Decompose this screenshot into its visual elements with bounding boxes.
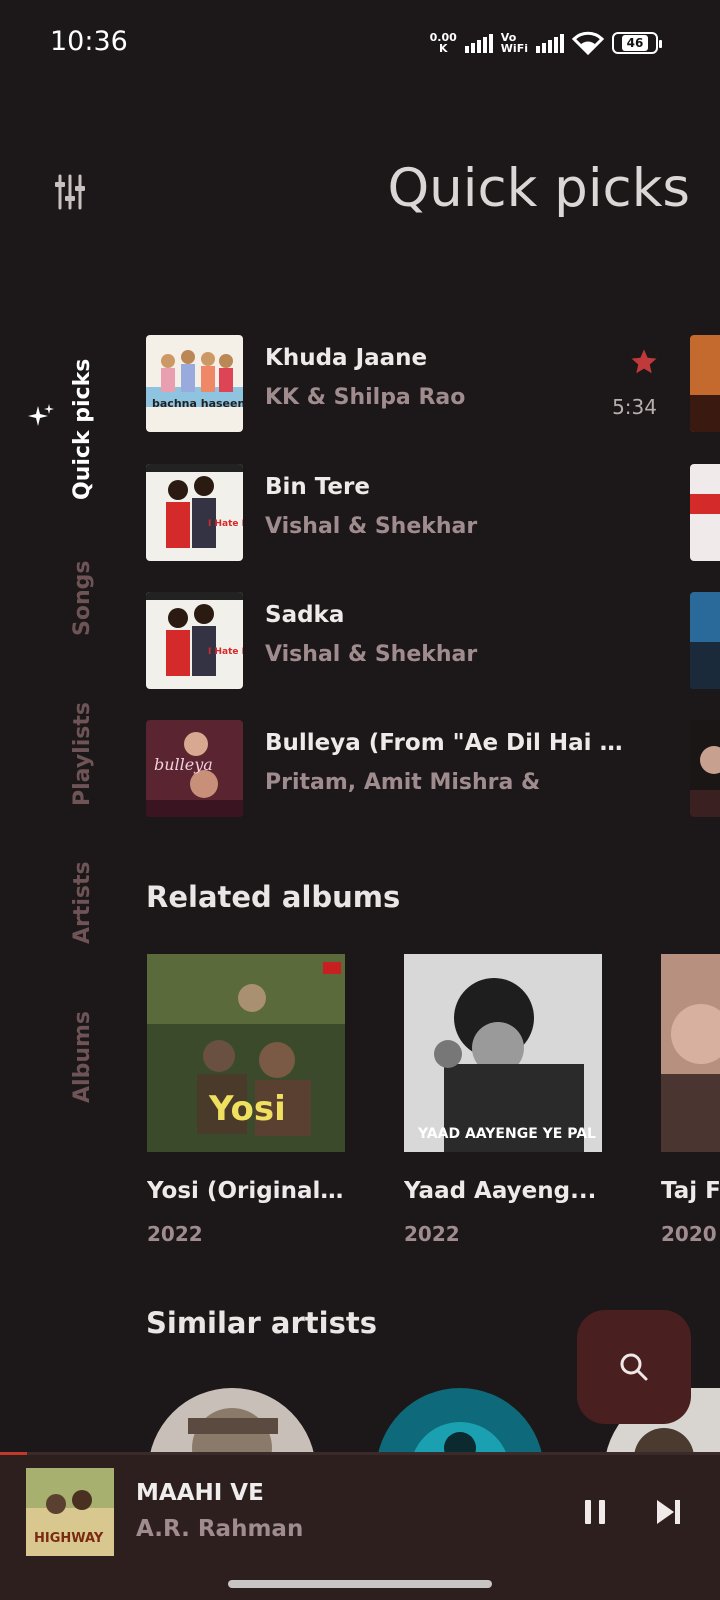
cover-text: HIGHWAY [34,1531,104,1546]
album-card[interactable]: YAAD AAYENGE YE PAL Yaad Aayeng... 2022 [404,954,602,1246]
similar-artists-title: Similar artists [146,1306,377,1340]
rail-playlists[interactable]: Playlists [70,702,95,806]
now-playing-title: MAAHI VE [136,1480,264,1506]
next-page-song-cover[interactable] [690,592,720,689]
album-card[interactable]: Taj F 2020 [661,954,720,1246]
wifi-icon [572,31,604,55]
rail-quick-picks[interactable]: Quick picks [70,359,95,500]
cover-text: YAAD AAYENGE YE PAL [417,1126,596,1142]
rail-albums[interactable]: Albums [70,1011,95,1103]
album-year: 2020 [661,1222,717,1246]
battery-icon: 46 [612,32,662,54]
song-artist: Vishal & Shekhar [265,514,478,539]
home-indicator[interactable] [228,1580,492,1588]
album-card[interactable]: Yosi Yosi (Original ... 2022 [147,954,347,1246]
battery-level: 46 [621,35,649,51]
cover-text: I Hate LUV [208,519,243,529]
song-row[interactable]: I Hate LUV Sadka Vishal & Shekhar [146,592,646,692]
album-cover [661,954,720,1152]
song-title: Sadka [265,602,345,628]
cell-signal-2-icon [536,33,564,53]
equalizer-sliders-icon[interactable] [50,172,90,212]
song-title: Bin Tere [265,474,370,500]
playback-progress-bar[interactable] [0,1452,720,1455]
search-button[interactable] [577,1310,691,1424]
vowifi-bottom: WiFi [500,42,528,55]
cover-text: I Hate LUV [208,647,243,657]
pause-icon[interactable] [584,1499,606,1525]
related-albums-title: Related albums [146,880,401,914]
cell-signal-icon [464,33,493,53]
song-row[interactable]: I Hate LUV Bin Tere Vishal & Shekhar [146,464,646,564]
cover-text: bachna haseeno [152,397,243,410]
song-cover: bulleya [146,720,243,817]
rail-songs[interactable]: Songs [70,561,95,636]
now-playing-artist: A.R. Rahman [136,1516,304,1542]
next-page-song-cover[interactable] [690,720,720,817]
song-artist: KK & Shilpa Rao [265,385,466,410]
album-name: Yaad Aayeng... [404,1178,597,1204]
page-title: Quick picks [387,158,690,219]
album-year: 2022 [147,1222,203,1246]
next-page-song-cover[interactable] [690,464,720,561]
now-playing-cover[interactable]: HIGHWAY [26,1468,114,1556]
skip-next-icon[interactable] [654,1498,682,1526]
playback-progress-fill [0,1452,28,1455]
net-speed-unit: K [438,42,448,55]
album-year: 2022 [404,1222,460,1246]
song-cover: I Hate LUV [146,464,243,561]
vowifi-icon: Vo WiFi [501,32,528,54]
album-cover: Yosi [147,954,345,1152]
song-title: Khuda Jaane [265,345,428,371]
song-artist: Vishal & Shekhar [265,642,478,667]
song-cover: bachna haseeno [146,335,243,432]
album-cover: YAAD AAYENGE YE PAL [404,954,602,1152]
song-title: Bulleya (From "Ae Dil Hai M... [265,730,637,756]
next-page-song-cover[interactable] [690,335,720,432]
song-artist: Pritam, Amit Mishra & [265,770,541,795]
net-speed: 0.00 K [430,32,457,54]
album-name: Yosi (Original ... [147,1178,347,1204]
album-name: Taj F [661,1178,720,1204]
song-cover: I Hate LUV [146,592,243,689]
status-icons: 0.00 K Vo WiFi 46 [430,28,662,58]
status-time: 10:36 [50,26,128,57]
rail-artists[interactable]: Artists [70,861,95,944]
favorite-star-icon[interactable] [629,347,659,377]
cover-text: Yosi [208,1089,286,1129]
song-duration: 5:34 [612,395,657,419]
song-row[interactable]: bachna haseeno Khuda Jaane KK & Shilpa R… [146,335,657,435]
cover-text: bulleya [154,755,213,774]
song-row[interactable]: bulleya Bulleya (From "Ae Dil Hai M... P… [146,720,646,820]
search-icon [620,1353,648,1381]
sparkle-icon [28,404,54,426]
